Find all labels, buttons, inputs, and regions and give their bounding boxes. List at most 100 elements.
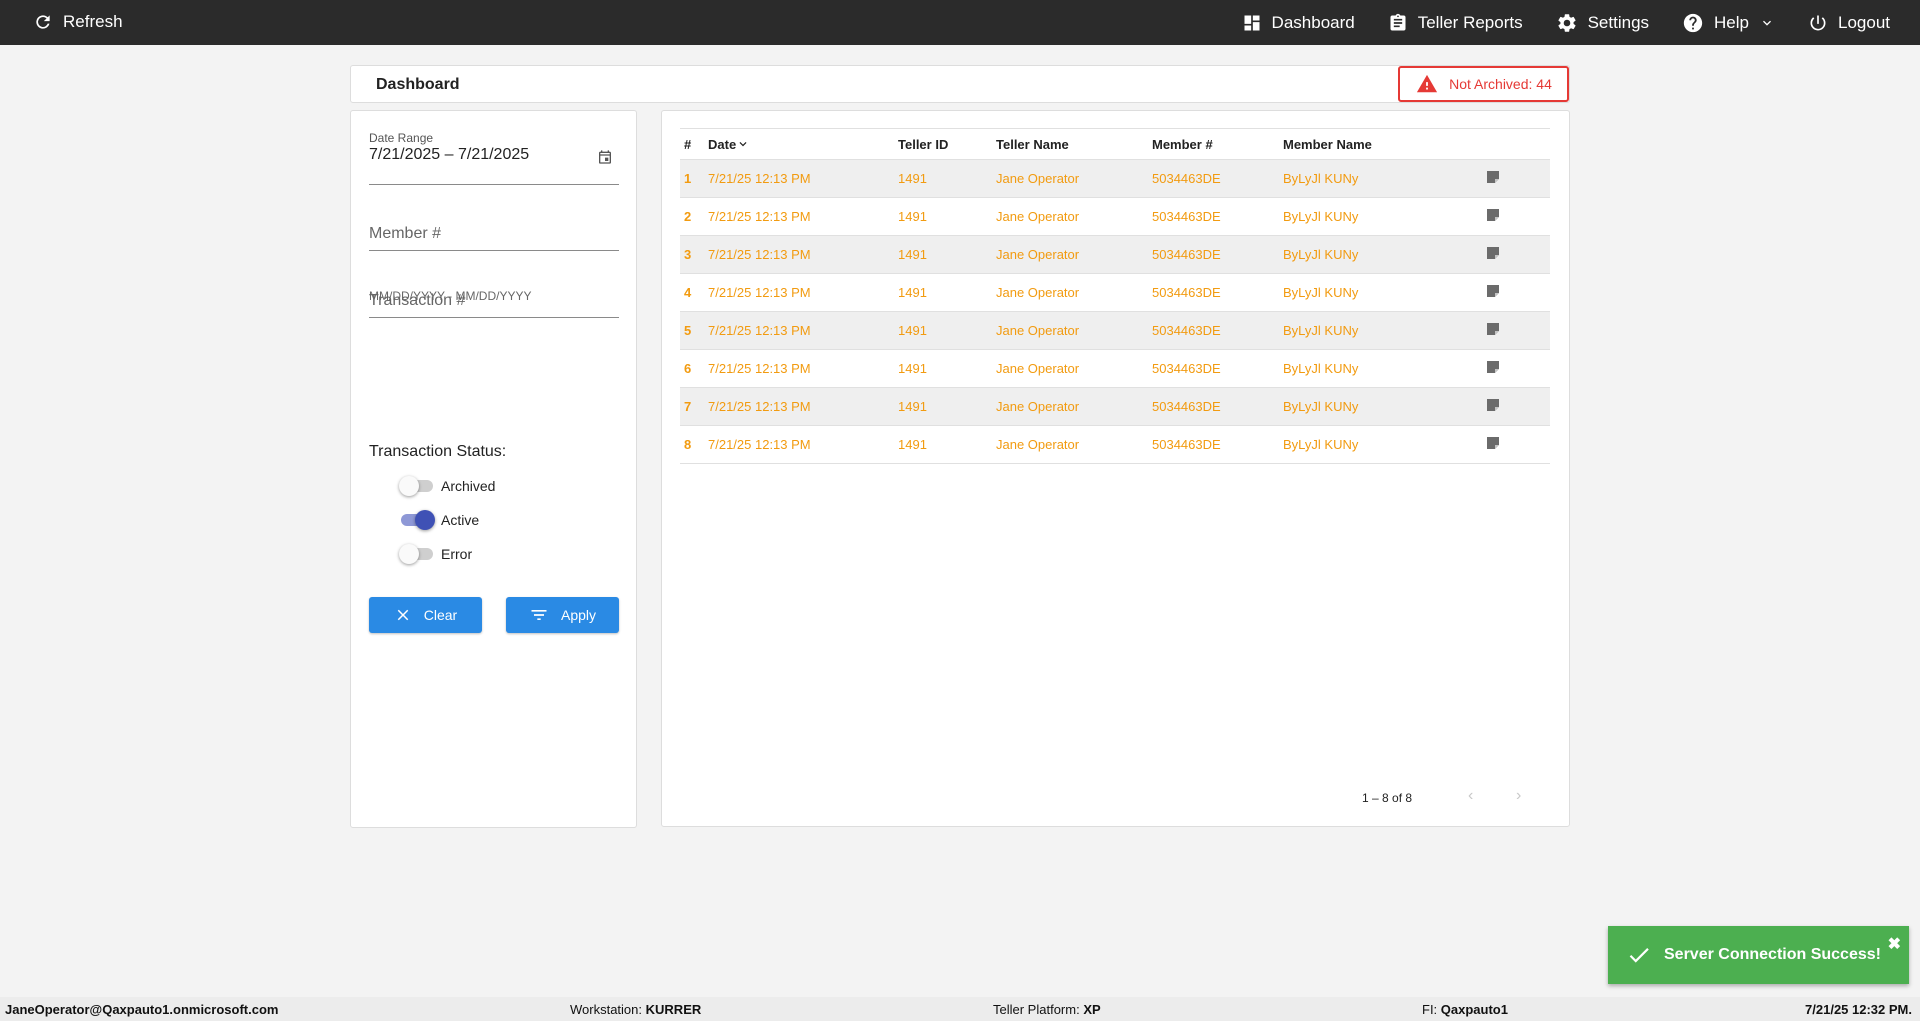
cell-member: 5034463DE [1152, 159, 1283, 198]
cell-member-name: ByLyJl KUNy [1283, 235, 1485, 274]
cell-member-name: ByLyJl KUNy [1283, 349, 1485, 388]
cell-teller-name: Jane Operator [996, 197, 1152, 236]
transaction-placeholder: Transaction # [369, 292, 466, 309]
toggle-active-label: Active [441, 512, 480, 528]
cell-teller-name: Jane Operator [996, 311, 1152, 350]
cell-member-name: ByLyJl KUNy [1283, 197, 1485, 236]
chevron-down-icon [1763, 20, 1771, 26]
nav-teller-reports[interactable]: Teller Reports [1388, 13, 1523, 33]
cell-index: 3 [680, 235, 708, 274]
transaction-status-label: Transaction Status: [369, 443, 507, 460]
cell-index: 5 [680, 311, 708, 350]
table-row[interactable]: 4 7/21/25 12:13 PM 1491 Jane Operator 503446… [680, 273, 1550, 312]
prev-page-button[interactable]: ‹ [1468, 787, 1473, 805]
col-date-label: Date [708, 136, 737, 152]
cell-date: 7/21/25 12:13 PM [708, 311, 898, 350]
refresh-button[interactable]: Refresh [33, 12, 123, 32]
col-index-header: # [680, 128, 708, 160]
cell-teller-name: Jane Operator [996, 425, 1152, 464]
status-footer: JaneOperator@Qaxpauto1.onmicrosoft.com W… [0, 997, 1920, 1021]
platform-value: XP [1083, 1002, 1101, 1017]
toggle-archived[interactable] [399, 476, 435, 496]
note-icon[interactable] [1485, 207, 1501, 223]
nav-help[interactable]: Help [1682, 12, 1775, 34]
refresh-label: Refresh [63, 12, 123, 31]
table-row[interactable]: 1 7/21/25 12:13 PM 1491 Jane Operator 503446… [680, 159, 1550, 198]
nav-settings[interactable]: Settings [1556, 12, 1649, 34]
workstation-label: Workstation: [570, 1002, 643, 1017]
cell-member: 5034463DE [1152, 425, 1283, 464]
apply-button[interactable]: Apply [506, 597, 619, 633]
nav-logout[interactable]: Logout [1808, 13, 1890, 33]
cell-notes [1485, 273, 1550, 312]
cell-notes [1485, 349, 1550, 388]
clear-button[interactable]: Clear [369, 597, 482, 633]
cell-teller-id: 1491 [898, 349, 996, 388]
col-member-name-header[interactable]: Member Name [1283, 128, 1485, 160]
note-icon[interactable] [1485, 283, 1501, 299]
member-placeholder: Member # [369, 225, 442, 242]
checkmark-icon [1629, 948, 1649, 963]
table-row[interactable]: 5 7/21/25 12:13 PM 1491 Jane Operator 503446… [680, 311, 1550, 350]
cell-date: 7/21/25 12:13 PM [708, 349, 898, 388]
not-archived-badge[interactable]: Not Archived: 44 [1398, 66, 1569, 102]
calendar-icon[interactable] [597, 149, 613, 165]
cell-member: 5034463DE [1152, 387, 1283, 426]
fi-value: Qaxpauto1 [1440, 1002, 1508, 1017]
toggle-error[interactable] [399, 544, 435, 564]
cell-notes [1485, 425, 1550, 464]
col-notes-header [1485, 128, 1550, 160]
footer-user: JaneOperator@Qaxpauto1.onmicrosoft.com [5, 1002, 279, 1017]
toast-close-button[interactable]: ✖ [1888, 934, 1901, 954]
cell-member: 5034463DE [1152, 197, 1283, 236]
next-page-button[interactable]: › [1516, 787, 1521, 805]
col-member-header[interactable]: Member # [1152, 128, 1283, 160]
cell-member: 5034463DE [1152, 235, 1283, 274]
table-header-row: # Date Teller ID Teller Name Member # Me… [680, 128, 1550, 160]
nav-teller-reports-label: Teller Reports [1417, 12, 1523, 32]
cell-member: 5034463DE [1152, 349, 1283, 388]
dashboard-icon [1244, 15, 1260, 30]
toggle-active[interactable] [399, 510, 435, 530]
cell-member: 5034463DE [1152, 273, 1283, 312]
member-input[interactable]: Member # [369, 215, 619, 251]
nav-settings-label: Settings [1587, 12, 1650, 32]
note-icon[interactable] [1485, 435, 1501, 451]
table-row[interactable]: 2 7/21/25 12:13 PM 1491 Jane Operator 503446… [680, 197, 1550, 236]
transaction-input[interactable]: Transaction # [369, 282, 619, 318]
cell-teller-name: Jane Operator [996, 235, 1152, 274]
platform-label: Teller Platform: [993, 1002, 1080, 1017]
nav-dashboard[interactable]: Dashboard [1242, 13, 1355, 33]
cell-date: 7/21/25 12:13 PM [708, 159, 898, 198]
cell-date: 7/21/25 12:13 PM [708, 273, 898, 312]
cell-date: 7/21/25 12:13 PM [708, 235, 898, 274]
note-icon[interactable] [1485, 321, 1501, 337]
col-teller-id-header[interactable]: Teller ID [898, 128, 996, 160]
col-teller-name-header[interactable]: Teller Name [996, 128, 1152, 160]
toggle-error-label: Error [441, 546, 473, 562]
col-date-header[interactable]: Date [708, 128, 898, 160]
toggle-active-row: Active [399, 510, 479, 530]
nav-help-label: Help [1714, 12, 1749, 32]
filter-panel: Date Range 7/21/2025 – 7/21/2025 MM/DD/Y… [350, 110, 637, 828]
toggle-archived-row: Archived [399, 476, 495, 496]
cell-date: 7/21/25 12:13 PM [708, 387, 898, 426]
table-row[interactable]: 7 7/21/25 12:13 PM 1491 Jane Operator 503446… [680, 387, 1550, 426]
note-icon[interactable] [1485, 359, 1501, 375]
footer-fi: FI: Qaxpauto1 [1422, 1002, 1508, 1017]
note-icon[interactable] [1485, 397, 1501, 413]
fi-label: FI: [1422, 1002, 1438, 1017]
table-row[interactable]: 6 7/21/25 12:13 PM 1491 Jane Operator 503446… [680, 349, 1550, 388]
date-range-field[interactable]: Date Range 7/21/2025 – 7/21/2025 [369, 131, 619, 185]
transactions-table: # Date Teller ID Teller Name Member # Me… [680, 128, 1550, 464]
transactions-panel: # Date Teller ID Teller Name Member # Me… [661, 110, 1570, 827]
table-row[interactable]: 8 7/21/25 12:13 PM 1491 Jane Operator 503446… [680, 425, 1550, 464]
nav-menu: Dashboard Teller Reports Settings Help L… [1242, 0, 1890, 45]
cell-index: 1 [680, 159, 708, 198]
refresh-icon [36, 15, 50, 29]
note-icon[interactable] [1485, 169, 1501, 185]
table-row[interactable]: 3 7/21/25 12:13 PM 1491 Jane Operator 503446… [680, 235, 1550, 274]
note-icon[interactable] [1485, 245, 1501, 261]
not-archived-label: Not Archived: 44 [1449, 76, 1552, 92]
cell-notes [1485, 311, 1550, 350]
